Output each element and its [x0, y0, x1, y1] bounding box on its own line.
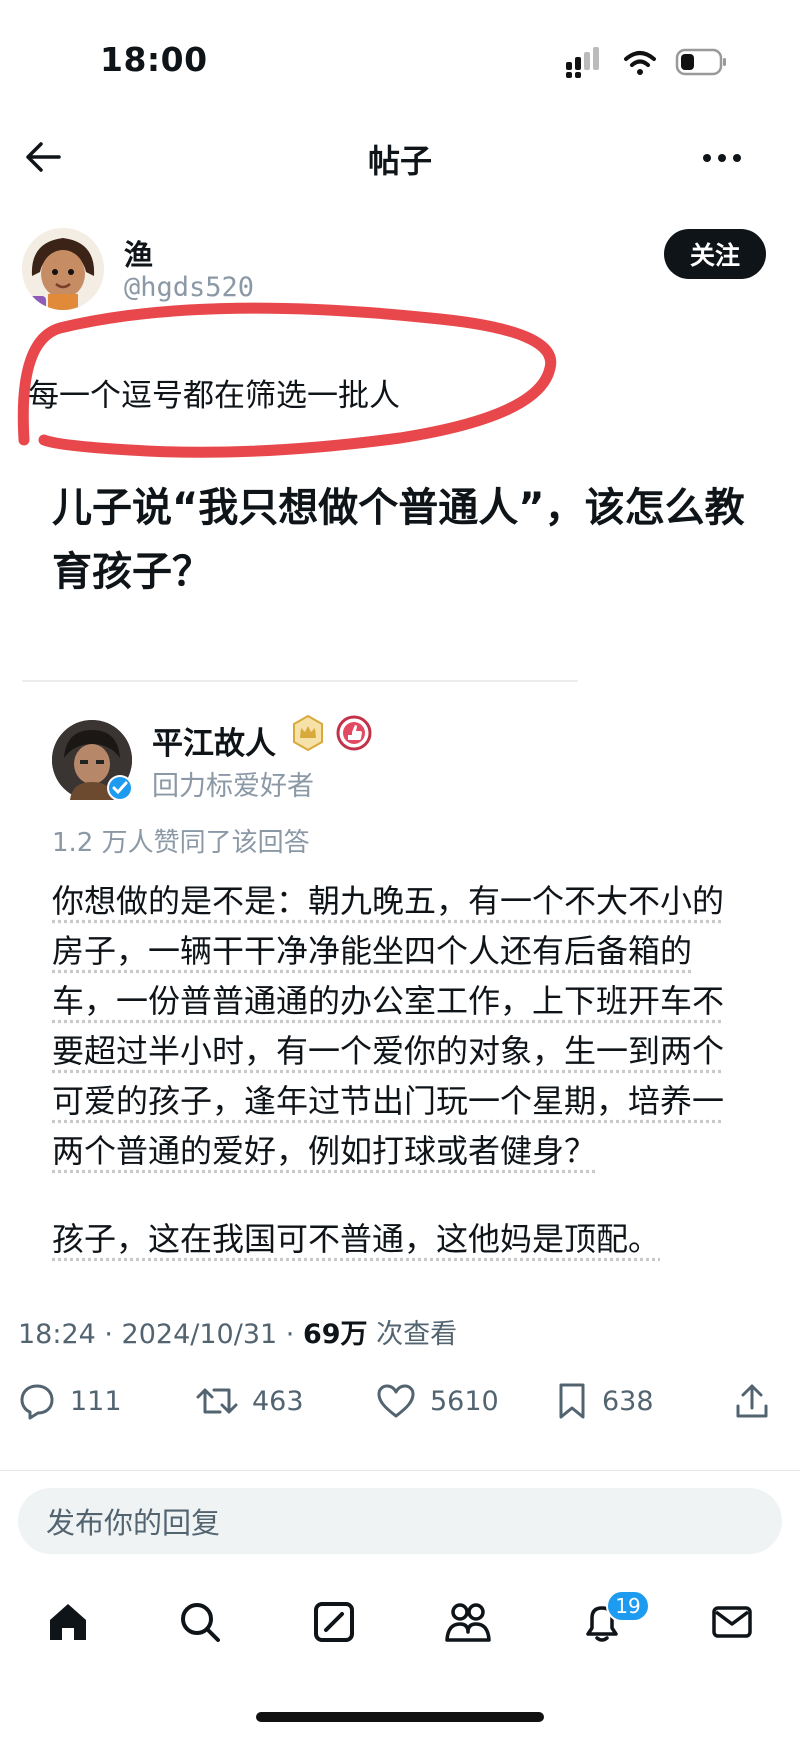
communities-icon: [445, 1603, 491, 1642]
home-indicator: [256, 1712, 544, 1722]
answer-body: 你想做的是不是：朝九晚五，有一个不大不小的房子，一辆干干净净能坐四个人还有后备箱…: [52, 876, 742, 1176]
divider-bottom: [0, 1470, 800, 1471]
answer-author-avatar[interactable]: [52, 720, 133, 801]
reply-input[interactable]: 发布你的回复: [18, 1488, 782, 1554]
bookmark-icon: [559, 1383, 585, 1419]
follow-button[interactable]: 关注: [664, 229, 766, 279]
tab-compose[interactable]: [302, 1590, 366, 1654]
page-title: 帖子: [367, 142, 432, 180]
notifications-badge: 19: [606, 1590, 650, 1622]
more-dots-icon: [703, 154, 741, 162]
view-count: 69万: [302, 1319, 368, 1350]
reply-button[interactable]: 111: [18, 1376, 122, 1426]
more-options-button[interactable]: [694, 138, 750, 178]
status-icons: [566, 47, 726, 78]
badges: [293, 714, 372, 752]
tab-messages[interactable]: [700, 1590, 764, 1654]
red-annotation-loop: [17, 302, 557, 458]
bookmark-button[interactable]: 638: [556, 1376, 654, 1426]
post-meta: 18:24 · 2024/10/31 · 69万 次查看: [18, 1312, 457, 1351]
author-avatar[interactable]: [22, 228, 104, 310]
compose-icon: [314, 1602, 354, 1642]
answer-author-subtitle: 回力标爱好者: [152, 771, 314, 802]
author-name[interactable]: 渔: [124, 232, 153, 274]
tab-communities[interactable]: [436, 1590, 500, 1654]
reply-icon: [20, 1384, 54, 1420]
repost-icon: [196, 1388, 238, 1414]
cellular-signal-icon: [566, 47, 599, 78]
tab-home[interactable]: [36, 1590, 100, 1654]
answer-paragraph: 你想做的是不是：朝九晚五，有一个不大不小的房子，一辆干干净净能坐四个人还有后备箱…: [52, 882, 725, 1170]
author-handle[interactable]: @hgds520: [124, 272, 254, 303]
status-time: 18:00: [100, 40, 208, 79]
answer-likes-count: 1.2 万人赞同了该回答: [52, 828, 310, 858]
mail-icon: [712, 1606, 752, 1638]
repost-button[interactable]: 463: [196, 1376, 304, 1426]
action-bar: 111 463 5610 638: [0, 1376, 800, 1426]
answer-last-line: 孩子，这在我国可不普通，这他妈是顶配。: [52, 1220, 661, 1258]
repost-count: 463: [252, 1385, 304, 1417]
wifi-icon: [624, 51, 656, 75]
battery-icon: [675, 48, 726, 76]
search-icon: [181, 1603, 220, 1642]
crown-badge-icon: [293, 714, 323, 752]
post-timestamp: 18:24 · 2024/10/31 ·: [18, 1319, 303, 1350]
reply-count: 111: [70, 1385, 122, 1417]
bookmark-count: 638: [602, 1385, 654, 1417]
question-headline: 儿子说“我只想做个普通人”，该怎么教育孩子？: [52, 485, 745, 595]
home-icon: [50, 1604, 86, 1640]
heart-icon: [377, 1384, 415, 1418]
like-count: 5610: [430, 1385, 499, 1417]
like-button[interactable]: 5610: [376, 1376, 499, 1426]
share-icon: [736, 1384, 768, 1418]
share-button[interactable]: [734, 1376, 770, 1426]
thumbs-up-badge-icon: [336, 715, 372, 751]
view-count-suffix: 次查看: [367, 1319, 458, 1350]
tab-search[interactable]: [168, 1590, 232, 1654]
divider: [22, 680, 578, 682]
answer-author-name[interactable]: 平江故人: [152, 718, 276, 763]
tab-bar: [0, 1590, 800, 1654]
reply-placeholder: 发布你的回复: [46, 1506, 221, 1540]
